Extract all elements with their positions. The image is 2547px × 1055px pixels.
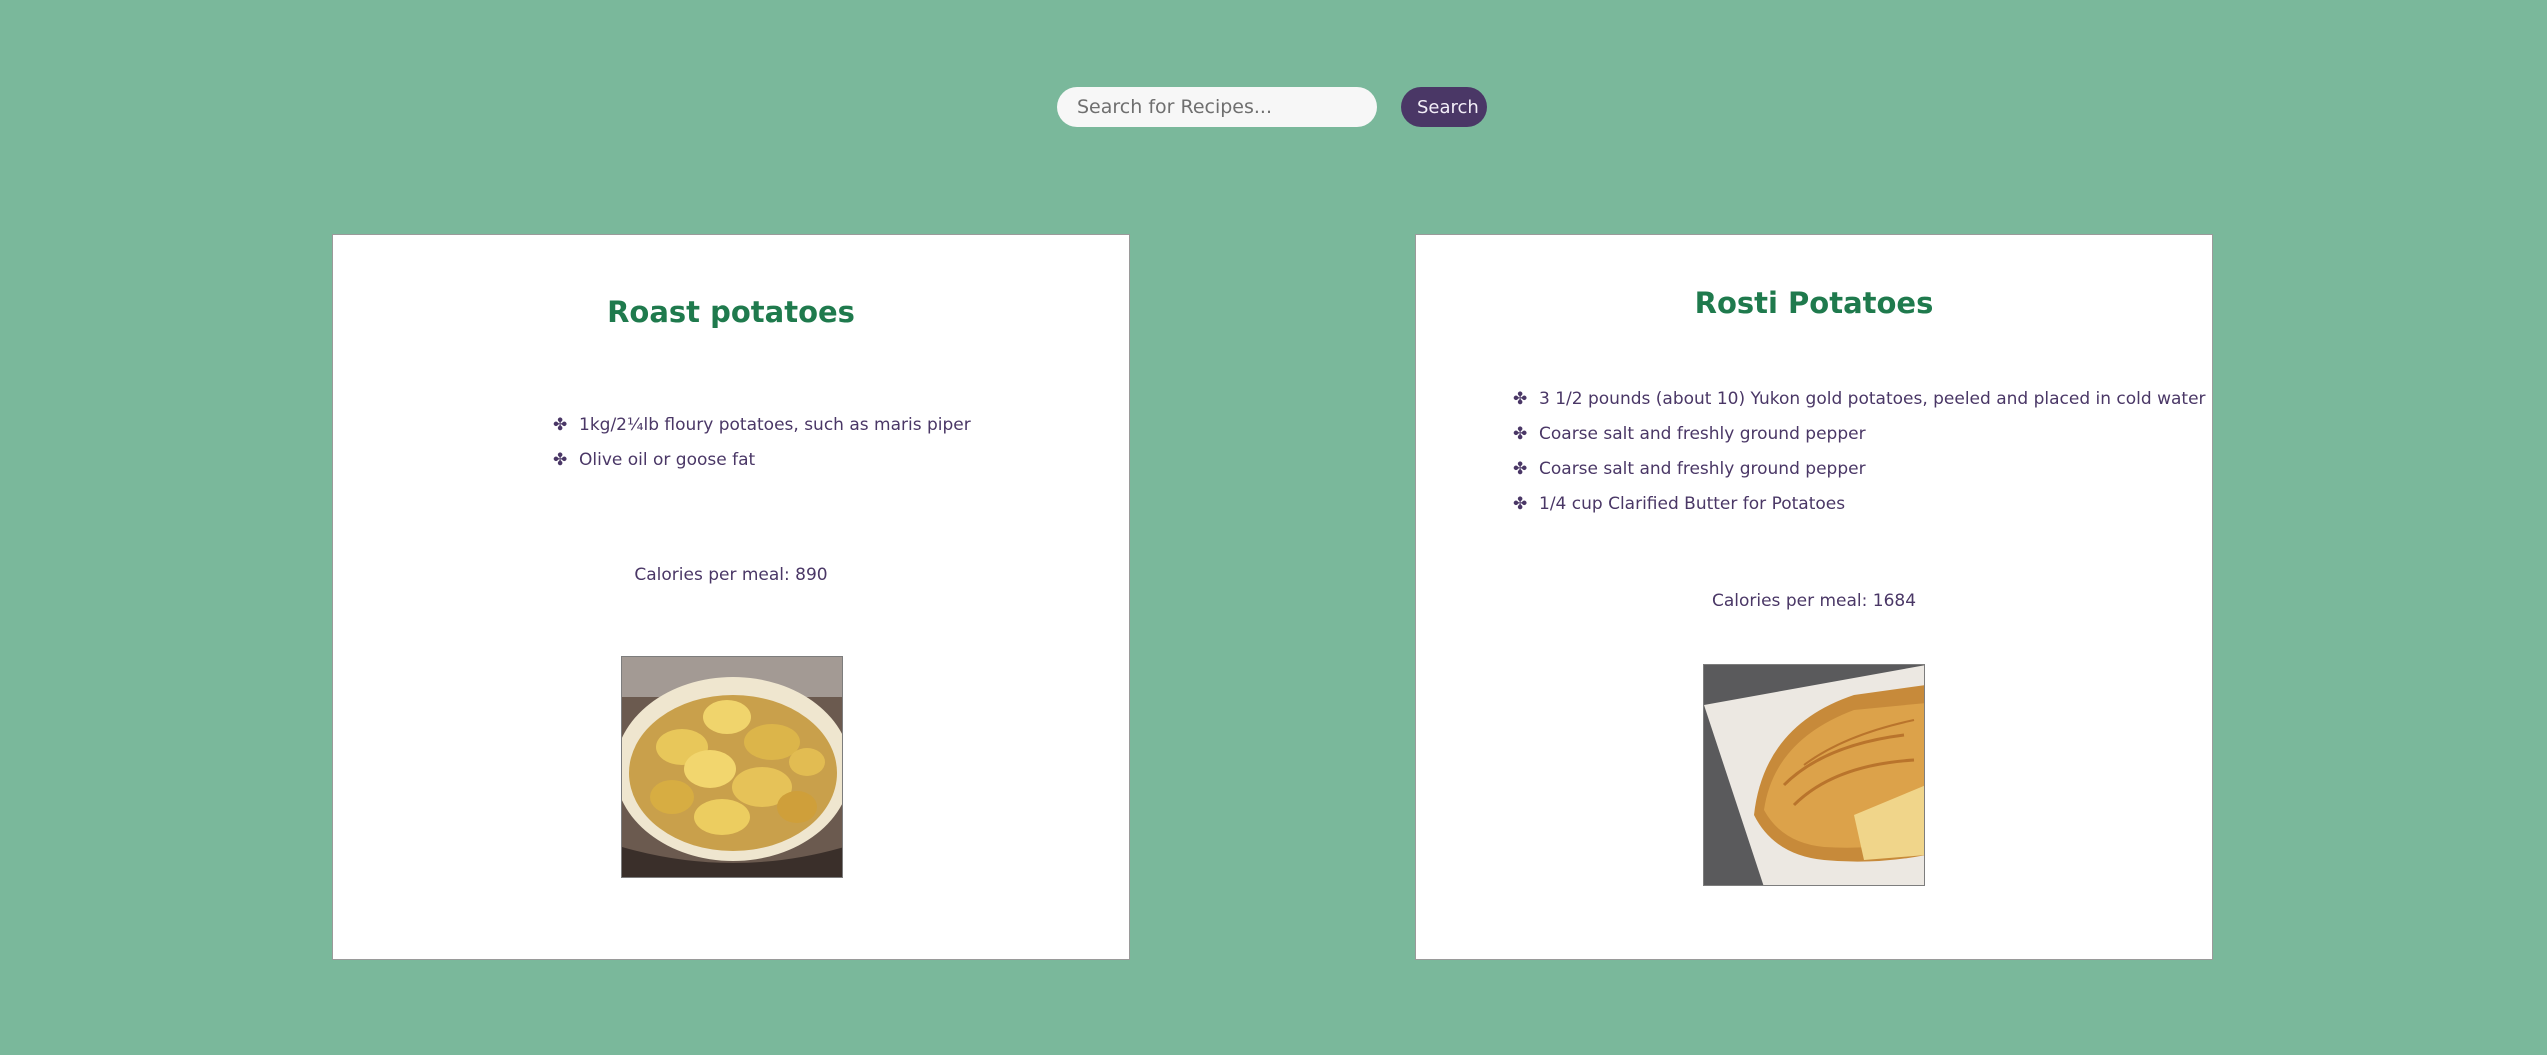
search-bar: Search: [1057, 87, 1487, 127]
rosti-potatoes-photo: [1704, 665, 1924, 885]
recipe-title: Rosti Potatoes: [1694, 286, 1934, 320]
recipe-title: Roast potatoes: [607, 295, 855, 329]
ingredient-list: ✤ 3 1/2 pounds (about 10) Yukon gold pot…: [1513, 381, 2206, 521]
ingredient-text: Coarse salt and freshly ground pepper: [1539, 423, 1866, 444]
ingredient-item: ✤ Coarse salt and freshly ground pepper: [1513, 451, 2206, 486]
bullet-icon: ✤: [1513, 493, 1528, 514]
ingredient-item: ✤ 1kg/2¼lb floury potatoes, such as mari…: [553, 407, 971, 442]
ingredient-item: ✤ Olive oil or goose fat: [553, 442, 971, 477]
ingredient-text: 1/4 cup Clarified Butter for Potatoes: [1539, 493, 1846, 514]
ingredient-list: ✤ 1kg/2¼lb floury potatoes, such as mari…: [553, 407, 971, 477]
ingredient-text: 1kg/2¼lb floury potatoes, such as maris …: [579, 414, 971, 435]
roast-potatoes-image: [621, 656, 843, 878]
bullet-icon: ✤: [553, 449, 568, 470]
bullet-icon: ✤: [1513, 423, 1528, 444]
bullet-icon: ✤: [1513, 458, 1528, 479]
roast-potatoes-photo: [622, 657, 842, 877]
ingredient-item: ✤ 3 1/2 pounds (about 10) Yukon gold pot…: [1513, 381, 2206, 416]
calories-text: Calories per meal: 1684: [1711, 591, 1917, 611]
ingredient-item: ✤ 1/4 cup Clarified Butter for Potatoes: [1513, 486, 2206, 521]
bullet-icon: ✤: [553, 414, 568, 435]
search-input[interactable]: [1057, 87, 1377, 127]
search-button[interactable]: Search: [1401, 87, 1487, 127]
rosti-potatoes-image: [1703, 664, 1925, 886]
bullet-icon: ✤: [1513, 388, 1528, 409]
ingredient-text: Olive oil or goose fat: [579, 449, 756, 470]
ingredient-text: Coarse salt and freshly ground pepper: [1539, 458, 1866, 479]
ingredient-item: ✤ Coarse salt and freshly ground pepper: [1513, 416, 2206, 451]
calories-text: Calories per meal: 890: [634, 565, 828, 585]
ingredient-text: 3 1/2 pounds (about 10) Yukon gold potat…: [1539, 388, 2206, 409]
recipe-card: Roast potatoes ✤ 1kg/2¼lb floury potatoe…: [332, 234, 1130, 960]
recipe-card: Rosti Potatoes ✤ 3 1/2 pounds (about 10)…: [1415, 234, 2213, 960]
